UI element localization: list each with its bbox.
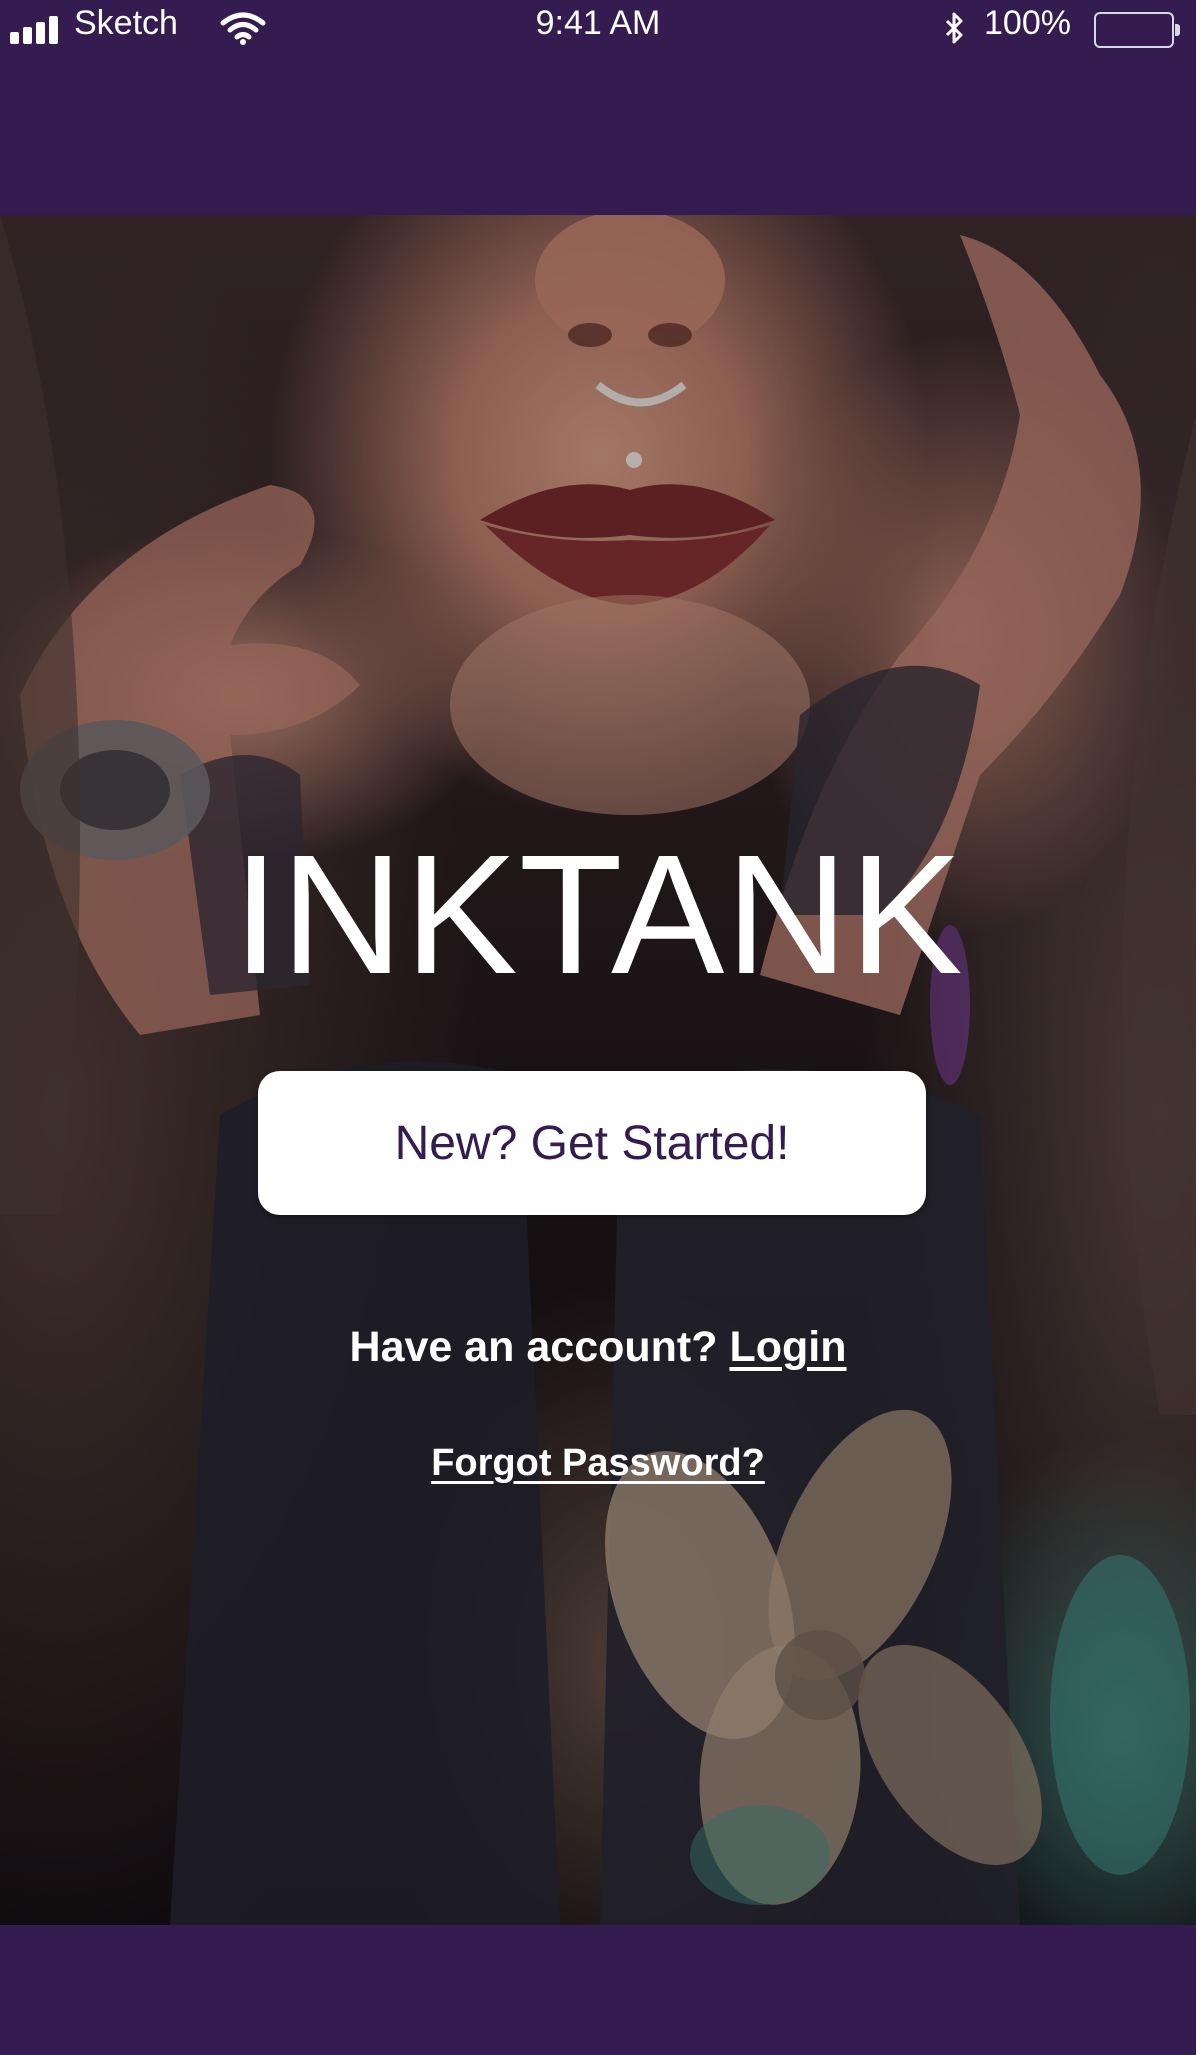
login-link[interactable]: Login [729, 1323, 846, 1371]
hero-background: INKTANK New? Get Started! Have an accoun… [0, 215, 1196, 1925]
forgot-password: Forgot Password? [0, 1442, 1196, 1485]
app-title: INKTANK [232, 820, 964, 1010]
account-prompt-text: Have an account? [349, 1323, 718, 1371]
battery-icon [1094, 12, 1180, 48]
bluetooth-icon [945, 12, 963, 44]
bottom-bar [0, 1925, 1196, 2055]
forgot-password-link[interactable]: Forgot Password? [431, 1442, 765, 1484]
hero-photo [0, 215, 1196, 1925]
login-screen: Sketch 9:41 AM 100% INKTANK New? Get Sta… [0, 0, 1200, 2055]
battery-percent: 100% [984, 4, 1071, 42]
edge-strip [1196, 0, 1200, 2055]
status-bar: Sketch 9:41 AM 100% [0, 0, 1196, 48]
get-started-button[interactable]: New? Get Started! [258, 1071, 926, 1215]
login-prompt: Have an account? Login [0, 1323, 1196, 1372]
